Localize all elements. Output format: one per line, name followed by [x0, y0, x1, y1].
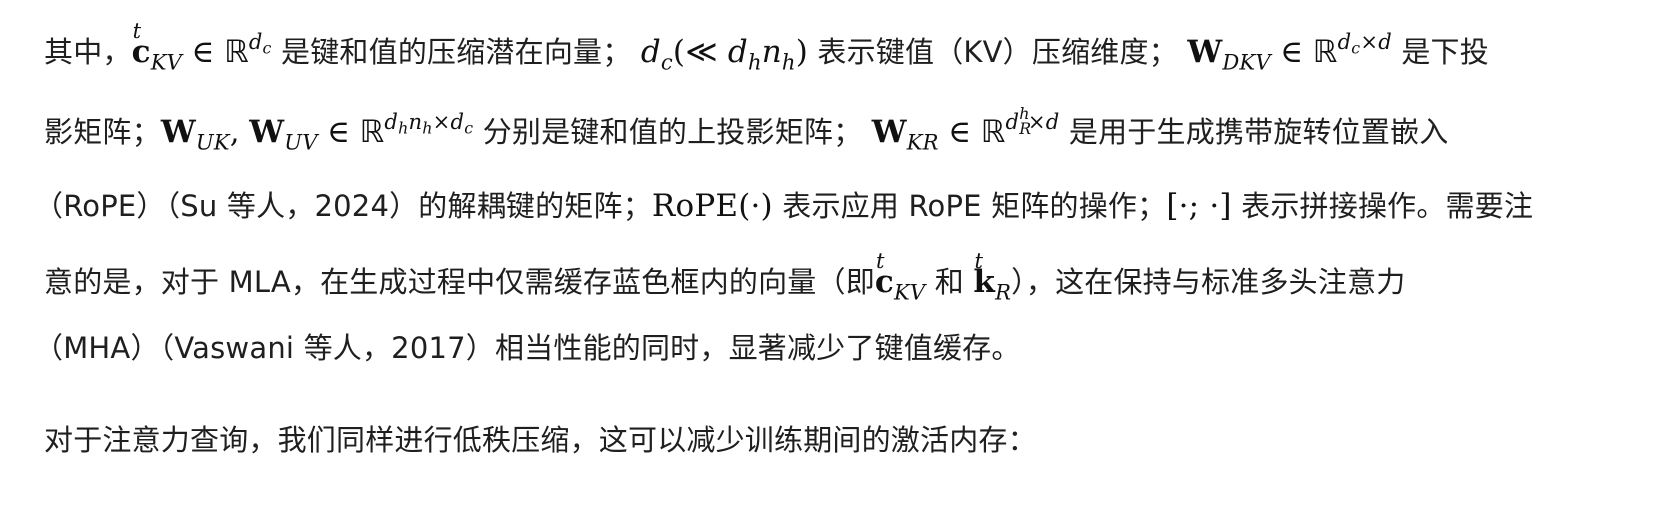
text-segment: 分别是键和值的上投影矩阵； [482, 115, 863, 149]
text-segment: 是键和值的压缩潜在向量； [281, 35, 632, 69]
math-element-of: ∈ [327, 114, 351, 150]
paragraph-line-1: 其中，c t KV ∈ ℝdc 是键和值的压缩潜在向量； dc(≪ dhnh) 表示… [44, 18, 1489, 75]
text-segment: 意的是，对于 MLA，在生成过程中仅需缓存蓝色框内的向量（即 [44, 265, 875, 299]
math-W-uk: WUK [160, 114, 230, 155]
text-segment: 对于注意力查询，我们同样进行低秩压缩，这可以减少训练期间的激活内存： [44, 423, 1037, 457]
paragraph-line-5: （MHA）（Vaswani 等人，2017）相当性能的同时，显著减少了键值缓存。 [34, 328, 1021, 368]
math-real-dhnh-dc: ℝdhnh×dc [359, 109, 474, 150]
paragraph-line-3: （RoPE）（Su 等人，2024）的解耦键的矩阵；RoPE(·) 表示应用 R… [34, 186, 1533, 226]
math-real-dhR-d: ℝd h R ×d [980, 104, 1060, 150]
text-segment: （MHA）（Vaswani 等人，2017）相当性能的同时，显著减少了键值缓存。 [34, 331, 1021, 365]
math-W-dkv: WDKV [1187, 34, 1271, 75]
math-W-uv: WUV [249, 114, 318, 155]
math-element-of: ∈ [191, 34, 215, 70]
math-dc-dimension: dc(≪ dhnh) [640, 34, 808, 75]
text-segment: 表示应用 RoPE 矩阵的操作； [782, 189, 1167, 223]
math-concat-operator: [·; ·] [1166, 188, 1232, 224]
text-segment: 表示拼接操作。需要注 [1241, 189, 1534, 223]
text-segment: 影矩阵； [44, 115, 161, 149]
math-comma: , [229, 114, 240, 150]
text-segment: 表示键值（KV）压缩维度； [817, 35, 1178, 69]
math-element-of: ∈ [948, 114, 972, 150]
text-segment: 是下投 [1401, 35, 1489, 69]
math-real-dc: ℝdc [224, 29, 272, 70]
text-segment: ），这在保持与标准多头注意力 [1011, 265, 1406, 299]
text-segment: （RoPE）（Su 等人，2024）的解耦键的矩阵； [34, 189, 652, 223]
math-rope-operator: RoPE(·) [651, 188, 773, 224]
math-c-kv-t: c t KV [874, 248, 926, 305]
math-k-r-t: ktR [973, 248, 1012, 305]
math-W-kr: WKR [871, 114, 939, 155]
paragraph-line-2: 影矩阵；WUK, WUV ∈ ℝdhnh×dc 分别是键和值的上投影矩阵； WK… [44, 104, 1449, 155]
text-segment: 其中， [44, 35, 132, 69]
paragraph-2: 对于注意力查询，我们同样进行低秩压缩，这可以减少训练期间的激活内存： [44, 420, 1037, 460]
math-real-dc-d: ℝdc×d [1312, 29, 1392, 70]
paragraph-line-4: 意的是，对于 MLA，在生成过程中仅需缓存蓝色框内的向量（即c t KV 和 ktR… [44, 248, 1406, 305]
math-c-kv-t: c t KV [131, 18, 183, 75]
text-segment: 是用于生成携带旋转位置嵌入 [1068, 115, 1449, 149]
text-segment: 和 [934, 265, 964, 299]
math-element-of: ∈ [1280, 34, 1304, 70]
